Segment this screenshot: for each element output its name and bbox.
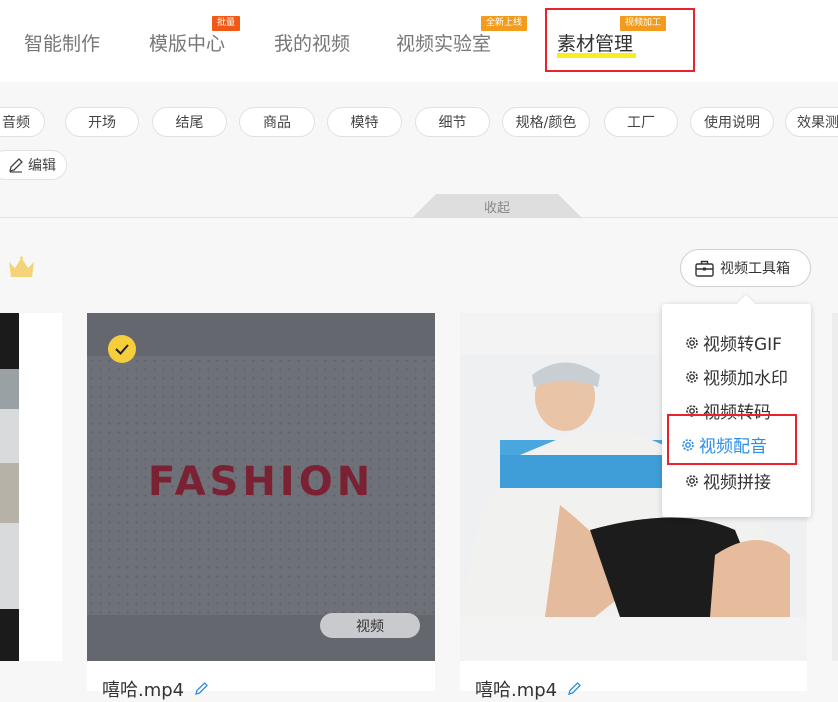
annotation-highlight-box [667,414,797,465]
edit-label: 编辑 [28,158,56,174]
filter-chip-audio[interactable]: 音频 [0,107,45,137]
video-type-pill: 视频 [320,613,420,638]
selected-check-icon[interactable] [108,335,136,363]
nav-tab-video-lab[interactable]: 视频实验室 [396,29,491,56]
filter-chip-effect-test[interactable]: 效果测 [785,107,838,137]
toolbox-icon [695,260,714,277]
filter-chip-label: 细节 [438,115,467,131]
nav-tab-my-videos[interactable]: 我的视频 [274,29,350,56]
filter-chip-opening[interactable]: 开场 [65,107,139,137]
menu-item-video-to-gif[interactable]: 视频转GIF [684,330,782,355]
nav-badge-batch: 批量 [212,16,241,31]
filter-chip-label: 使用说明 [704,115,760,131]
filter-chip-label: 工厂 [627,115,655,131]
filter-chip-product[interactable]: 商品 [239,107,315,137]
menu-item-add-watermark[interactable]: 视频加水印 [684,364,788,389]
filter-chip-label: 音频 [2,115,30,131]
menu-item-label: 视频加水印 [703,369,788,389]
gear-icon [686,336,698,349]
filter-chip-ending[interactable]: 结尾 [152,107,227,137]
filter-chip-label: 模特 [350,115,379,131]
crown-icon [9,256,34,277]
filter-chip-label: 规格/颜色 [515,115,577,131]
menu-item-stitch[interactable]: 视频拼接 [684,468,771,493]
filter-chip-label: 开场 [88,115,116,131]
rename-pencil-icon[interactable] [568,681,582,695]
gear-icon [686,370,698,383]
video-card-partial [832,313,838,661]
video-toolbox-button[interactable]: 视频工具箱 [680,249,811,287]
menu-item-label: 视频拼接 [703,473,771,493]
filter-chip-label: 效果测 [797,115,838,131]
video-toolbox-label: 视频工具箱 [720,261,790,277]
filter-chip-label: 商品 [263,115,291,131]
edit-chips-button[interactable]: 编辑 [0,150,67,180]
top-nav: 智能制作 模版中心 批量 我的视频 视频实验室 全新上线 素材管理 视频加工 [0,0,838,82]
video-thumbnail-partial[interactable] [0,313,19,661]
menu-item-label: 视频转GIF [703,335,782,355]
nav-tab-template-center[interactable]: 模版中心 [149,29,225,56]
filter-chip-instructions[interactable]: 使用说明 [690,107,774,137]
rename-pencil-icon[interactable] [195,681,209,695]
nav-tab-smart-create[interactable]: 智能制作 [24,29,100,56]
filter-chip-label: 结尾 [175,115,204,131]
video-filename: 嘻哈.mp4 [102,680,185,701]
gear-icon [686,474,698,487]
thumbnail-overlay-text: FASHION [147,459,375,505]
filter-chip-detail[interactable]: 细节 [415,107,490,137]
video-card-partial [19,313,62,661]
filter-chip-factory[interactable]: 工厂 [604,107,678,137]
pencil-icon [9,158,23,173]
video-filename: 嘻哈.mp4 [475,680,558,701]
filter-chip-model[interactable]: 模特 [327,107,402,137]
thumbnail-top-band [87,313,435,356]
nav-badge-new: 全新上线 [481,16,528,31]
collapse-label[interactable]: 收起 [412,197,582,216]
video-thumbnail[interactable]: FASHION [87,313,435,661]
annotation-highlight-box [545,8,695,72]
filter-chip-spec-color[interactable]: 规格/颜色 [502,107,590,137]
